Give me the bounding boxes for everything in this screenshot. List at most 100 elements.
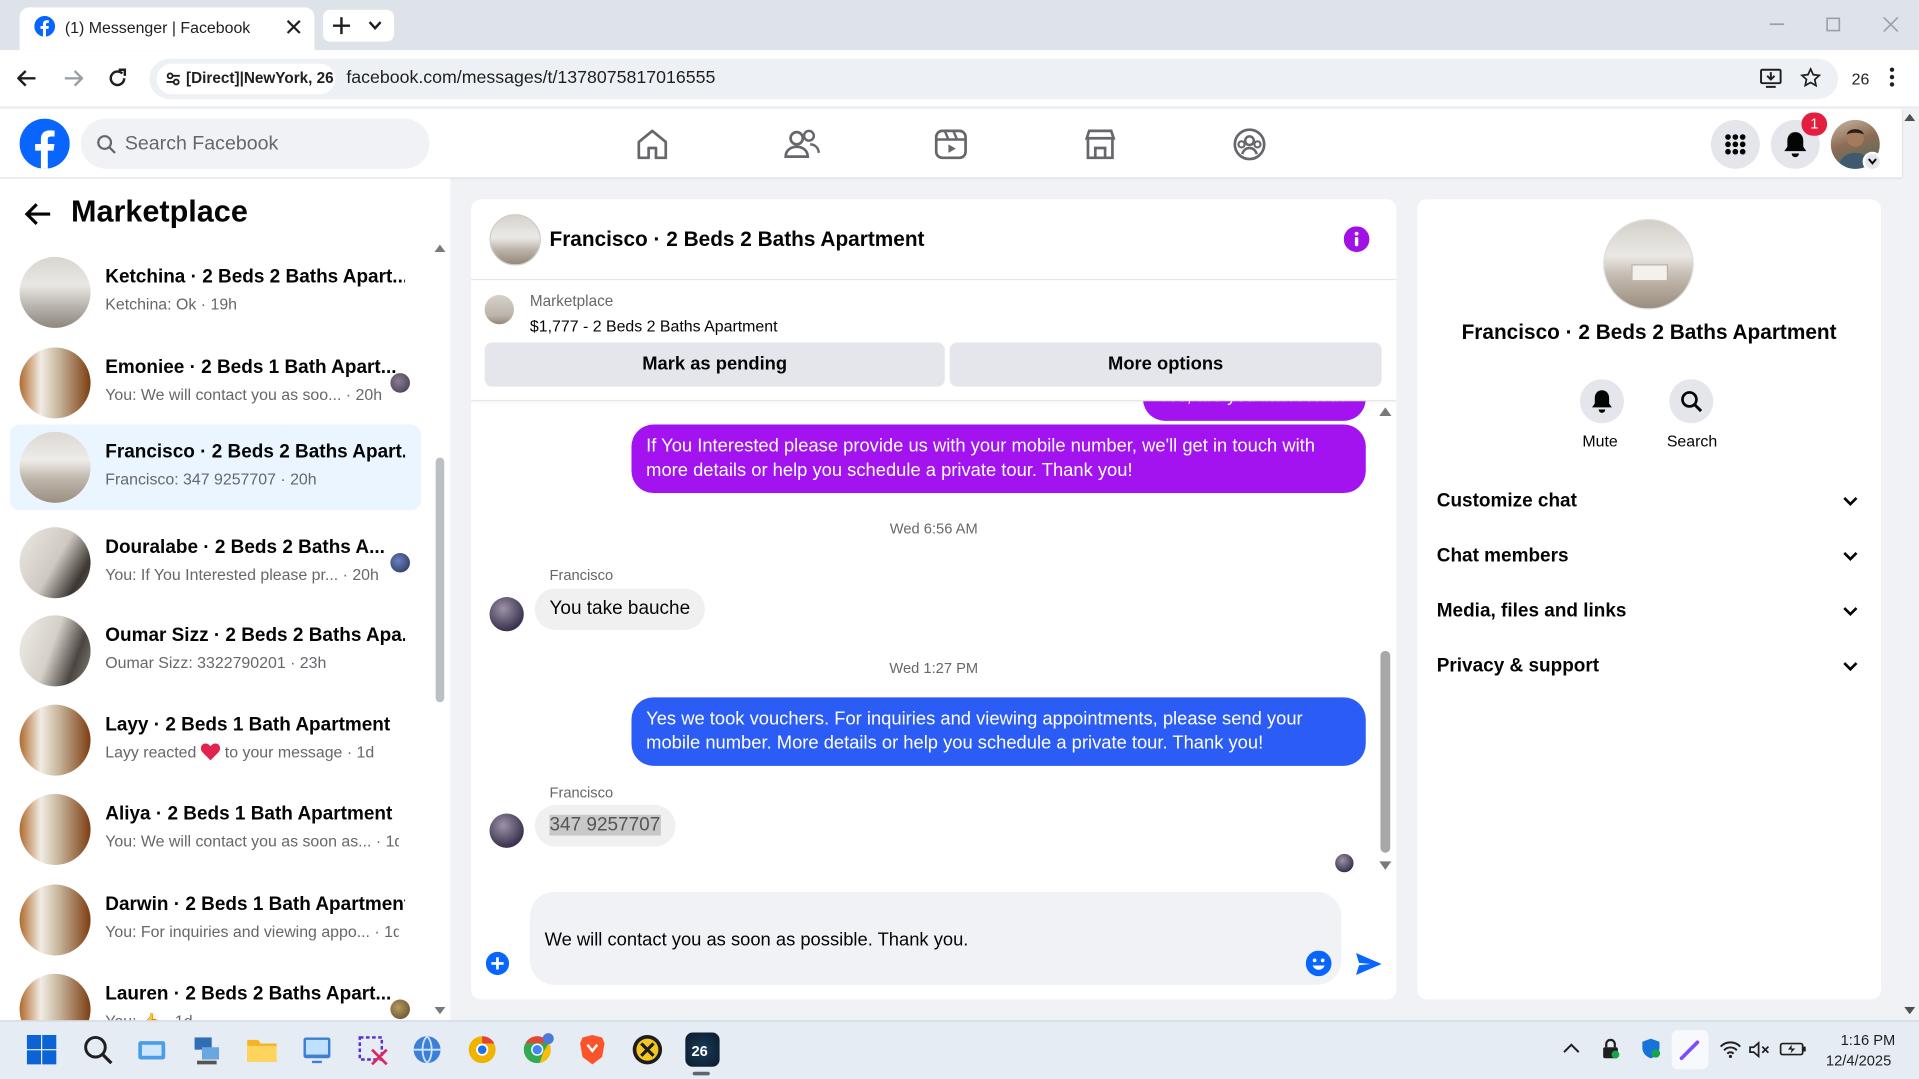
sender-avatar[interactable] — [489, 813, 524, 848]
battery-charging-icon[interactable] — [1779, 1041, 1806, 1057]
chat-members-section[interactable]: Chat members — [1437, 546, 1569, 568]
conversation-name: Lauren · 2 Beds 2 Baths Apart... — [105, 983, 392, 1005]
conversation-item-aliya[interactable]: Aliya · 2 Beds 1 Bath Apartment You: We … — [10, 787, 421, 873]
friends-nav-icon[interactable] — [783, 126, 820, 163]
url-text[interactable]: facebook.com/messages/t/1378075817016555 — [346, 69, 715, 89]
listing-mini-thumbnail — [484, 294, 514, 325]
chat-listing-avatar[interactable] — [489, 214, 541, 266]
windows-taskbar — [0, 1020, 1919, 1079]
home-nav-icon[interactable] — [634, 126, 671, 163]
conversation-item-francisco[interactable]: Francisco · 2 Beds 2 Baths Apart... Fran… — [9, 424, 421, 511]
info-icon[interactable] — [1343, 226, 1370, 253]
bookmark-star-icon[interactable] — [1800, 67, 1822, 88]
media-files-links-section[interactable]: Media, files and links — [1437, 601, 1627, 623]
chevron-down-icon[interactable] — [1843, 607, 1858, 617]
forward-arrow-icon[interactable] — [64, 70, 84, 87]
show-hidden-icons-chevron-icon[interactable] — [1563, 1042, 1580, 1053]
ix-browser-icon[interactable] — [630, 1033, 664, 1067]
menu-grid-button[interactable] — [1710, 119, 1760, 169]
remote-desktop-icon[interactable] — [300, 1033, 334, 1067]
video-nav-icon[interactable] — [933, 126, 970, 163]
file-explorer-icon[interactable] — [245, 1033, 279, 1067]
clock-time[interactable]: 1:16 PM — [1841, 1031, 1896, 1048]
install-app-icon[interactable] — [1760, 68, 1782, 89]
send-icon[interactable] — [1355, 952, 1383, 976]
network-computers-icon[interactable] — [190, 1033, 224, 1067]
reload-icon[interactable] — [108, 68, 128, 89]
chat-scroll-up-icon[interactable] — [1379, 407, 1392, 416]
site-settings-icon — [166, 72, 180, 86]
site-info-chip[interactable]: [Direct]|NewYork, 26 — [156, 63, 336, 95]
mute-button[interactable] — [1579, 379, 1624, 424]
chevron-down-icon[interactable] — [1843, 552, 1858, 562]
conversation-item-lauren[interactable]: Lauren · 2 Beds 2 Baths Apart... You: 👍 … — [10, 966, 421, 1021]
page-scroll-down-icon[interactable] — [1904, 1006, 1916, 1015]
facebook-search-input[interactable]: Search Facebook — [80, 118, 430, 169]
conversation-item-douralabe[interactable]: Douralabe · 2 Beds 2 Baths A... You: If … — [10, 520, 421, 606]
security-shield-icon[interactable] — [1640, 1037, 1662, 1059]
profile-26-app-icon[interactable]: 26 — [685, 1032, 720, 1067]
message-outgoing-partial: Yes, are you interested? — [1143, 401, 1366, 421]
windows-start-icon[interactable] — [24, 1033, 58, 1067]
conversation-item-darwin[interactable]: Darwin · 2 Beds 1 Bath Apartment You: Fo… — [10, 877, 421, 963]
clock-date[interactable]: 12/4/2025 — [1826, 1052, 1891, 1069]
marketplace-nav-icon[interactable] — [1082, 126, 1119, 163]
list-scrollbar-thumb[interactable] — [435, 457, 445, 703]
search-in-chat-button[interactable] — [1669, 379, 1714, 424]
more-options-button[interactable]: More options — [949, 342, 1382, 387]
close-tab-icon[interactable] — [286, 20, 301, 35]
conversation-item-layy[interactable]: Layy · 2 Beds 1 Bath Apartment Layy reac… — [10, 697, 421, 783]
maximize-icon[interactable] — [1826, 17, 1841, 32]
list-scroll-down-icon[interactable] — [434, 1006, 446, 1015]
new-tab-plus-icon[interactable] — [332, 17, 351, 35]
list-scroll-up-icon[interactable] — [434, 244, 446, 253]
page-scroll-up-icon[interactable] — [1904, 113, 1916, 122]
listing-thumbnail — [19, 431, 91, 503]
conversation-item-oumar-sizz[interactable]: Oumar Sizz · 2 Beds 2 Baths Apa... Oumar… — [10, 608, 421, 694]
add-attachment-icon[interactable] — [485, 951, 510, 976]
profile-badge[interactable]: 26 — [1852, 70, 1870, 88]
chat-scrollbar-thumb[interactable] — [1380, 650, 1391, 853]
message-composer-input[interactable]: We will contact you as soon as possible.… — [529, 891, 1342, 985]
privacy-support-section[interactable]: Privacy & support — [1437, 656, 1599, 678]
browser-tab[interactable]: (1) Messenger | Facebook — [19, 7, 315, 51]
globe-browser-icon[interactable] — [410, 1033, 444, 1067]
conversation-item-emoniee[interactable]: Emoniee · 2 Beds 1 Bath Apart... You: We… — [10, 340, 421, 426]
pen-tray-button[interactable] — [1671, 1030, 1709, 1070]
message-sender: Francisco — [549, 784, 614, 802]
account-menu-button[interactable] — [1862, 151, 1883, 172]
sender-avatar[interactable] — [489, 597, 524, 632]
conversation-list-panel: Ketchina · 2 Beds 2 Baths Apart... Ketch… — [0, 178, 451, 1021]
browser-menu-icon[interactable] — [1889, 67, 1895, 87]
chrome-icon[interactable] — [520, 1033, 554, 1067]
brave-browser-icon[interactable] — [575, 1033, 609, 1067]
conversation-name: Emoniee · 2 Beds 1 Bath Apart... — [105, 357, 397, 379]
groups-nav-icon[interactable] — [1231, 126, 1268, 163]
chevron-down-icon[interactable] — [1843, 496, 1858, 507]
chat-scroll-down-icon[interactable] — [1379, 861, 1392, 870]
listing-detail[interactable]: $1,777 - 2 Beds 2 Baths Apartment — [530, 317, 778, 335]
emoji-icon[interactable] — [1305, 950, 1332, 977]
conversation-name: Layy · 2 Beds 1 Bath Apartment — [105, 714, 391, 736]
volume-muted-icon[interactable] — [1749, 1041, 1771, 1059]
conversation-name: Ketchina · 2 Beds 2 Baths Apart... — [105, 266, 406, 288]
facebook-logo-icon[interactable] — [19, 118, 70, 169]
chrome-canary-icon[interactable] — [465, 1033, 499, 1067]
listing-thumbnail — [19, 973, 91, 1021]
back-arrow-icon[interactable] — [24, 202, 51, 226]
wifi-icon[interactable] — [1719, 1041, 1741, 1058]
minimize-icon[interactable] — [1769, 23, 1785, 26]
tab-search-chevron-icon[interactable] — [368, 21, 382, 31]
chevron-down-icon[interactable] — [1843, 662, 1858, 672]
conversation-item-ketchina[interactable]: Ketchina · 2 Beds 2 Baths Apart... Ketch… — [10, 250, 421, 336]
back-arrow-icon[interactable] — [17, 70, 37, 87]
lock-tray-icon[interactable] — [1600, 1037, 1622, 1059]
chat-title[interactable]: Francisco · 2 Beds 2 Baths Apartment — [549, 228, 924, 252]
customize-chat-section[interactable]: Customize chat — [1437, 491, 1577, 513]
taskbar-search-icon[interactable] — [81, 1033, 115, 1067]
task-view-icon[interactable] — [135, 1033, 169, 1067]
close-window-icon[interactable] — [1883, 17, 1899, 32]
snipping-tool-icon[interactable] — [355, 1033, 389, 1067]
divider — [471, 278, 1397, 281]
mark-as-pending-button[interactable]: Mark as pending — [484, 342, 945, 387]
